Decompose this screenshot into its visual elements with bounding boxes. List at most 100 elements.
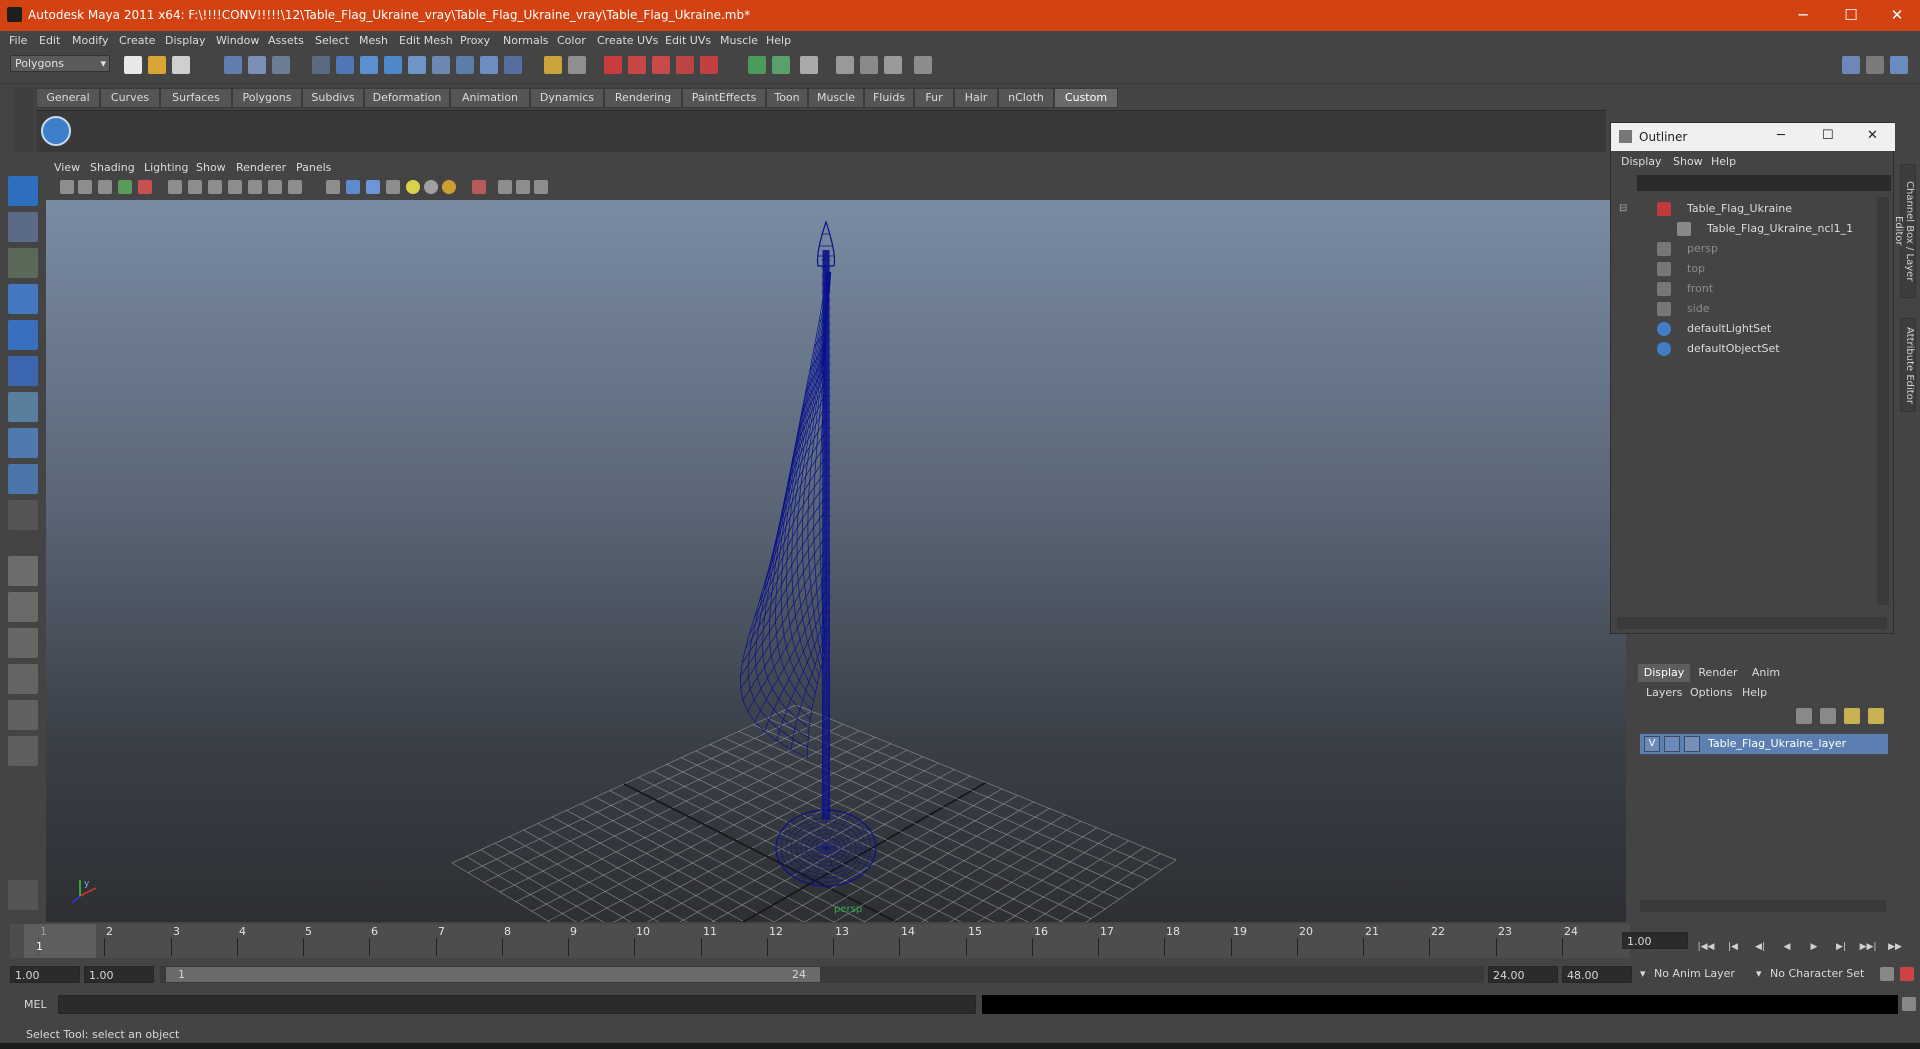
grid-icon[interactable] [168,180,182,194]
play-forwards-button[interactable]: ▶ [1804,938,1824,956]
current-time-marker[interactable] [24,924,96,958]
layer-horizontal-scrollbar[interactable] [1640,900,1886,912]
menu-mesh[interactable]: Mesh [359,34,388,47]
move-tool-icon[interactable] [8,284,38,314]
layer-tab-display[interactable]: Display [1638,664,1690,682]
shelf-tab-subdivs[interactable]: Subdivs [302,88,364,108]
scale-tool-icon[interactable] [8,356,38,386]
outliner-item[interactable]: top [1611,259,1869,279]
animation-preferences-icon[interactable] [1900,967,1914,981]
last-tool-icon[interactable] [8,500,38,530]
ipr-render-icon[interactable] [860,56,878,74]
high-quality-icon[interactable] [442,180,456,194]
select-by-component-icon[interactable] [272,56,290,74]
select-rendering-icon[interactable] [456,56,474,74]
snap-to-point-icon[interactable] [652,56,670,74]
panel-menu-view[interactable]: View [54,161,80,174]
two-d-pan-zoom-icon[interactable] [138,180,152,194]
menu-help[interactable]: Help [766,34,791,47]
xray-icon[interactable] [498,180,512,194]
menu-set-selector[interactable]: Polygons ▾ [10,55,110,72]
help-question-icon[interactable] [504,56,522,74]
minimize-button[interactable]: ─ [1780,0,1826,31]
render-settings-icon[interactable] [884,56,902,74]
time-slider[interactable]: 123456789101112131415161718192021222324 … [10,924,1630,958]
shelf-tab-toon[interactable]: Toon [766,88,808,108]
layout-options-icon[interactable] [8,736,38,766]
shelf-tab-painteffects[interactable]: PaintEffects [682,88,766,108]
menu-muscle[interactable]: Muscle [720,34,758,47]
playback-end-field[interactable]: 24.00 [1488,966,1558,983]
show-channel-box-icon[interactable] [1890,56,1908,74]
outliner-minimize-button[interactable]: ─ [1777,128,1785,143]
safe-title-icon[interactable] [288,180,302,194]
lasso-tool-icon[interactable] [8,212,38,242]
panel-menu-panels[interactable]: Panels [296,161,331,174]
current-time-field[interactable]: 1.00 [1622,932,1688,949]
script-language-label[interactable]: MEL [24,998,47,1011]
gate-mask-icon[interactable] [228,180,242,194]
new-layer-selected-icon[interactable] [1868,708,1884,724]
outliner-menu-show[interactable]: Show [1673,155,1703,168]
highlight-selection-icon[interactable] [568,56,586,74]
show-manipulator-icon[interactable] [8,464,38,494]
outliner-item[interactable]: side [1611,299,1869,319]
menu-edit-uvs[interactable]: Edit UVs [665,34,711,47]
hypershade-icon[interactable] [914,56,932,74]
menu-normals[interactable]: Normals [503,34,549,47]
smooth-shade-all-icon[interactable] [346,180,360,194]
script-editor-icon[interactable] [1902,997,1916,1011]
step-back-frame-button[interactable]: ◀| [1750,938,1770,956]
layer-menu-help[interactable]: Help [1742,686,1767,699]
checkmark-shelf-button-icon[interactable] [41,116,71,146]
select-by-hierarchy-icon[interactable] [224,56,242,74]
layer-row[interactable]: V Table_Flag_Ukraine_layer [1640,734,1888,754]
move-layer-down-icon[interactable] [1820,708,1836,724]
attribute-editor-tab[interactable]: Attribute Editor [1900,318,1916,412]
safe-action-icon[interactable] [268,180,282,194]
snap-to-curve-icon[interactable] [628,56,646,74]
outliner-vertical-scrollbar[interactable] [1877,197,1889,605]
outliner-item[interactable]: defaultLightSet [1611,319,1869,339]
persp-graph-layout-icon[interactable] [8,664,38,694]
playback-start-field[interactable]: 1.00 [84,966,154,983]
shelf-tab-hair[interactable]: Hair [954,88,998,108]
layer-visibility-toggle[interactable]: V [1644,736,1660,752]
shelf-tab-surfaces[interactable]: Surfaces [160,88,232,108]
outliner-close-button[interactable]: ✕ [1867,128,1878,143]
menu-display[interactable]: Display [165,34,206,47]
step-back-key-button[interactable]: |◀ [1723,938,1743,956]
single-perspective-layout-icon[interactable] [8,556,38,586]
universal-manipulator-icon[interactable] [8,392,38,422]
image-plane-icon[interactable] [118,180,132,194]
textured-icon[interactable] [386,180,400,194]
menu-window[interactable]: Window [216,34,259,47]
four-view-layout-icon[interactable] [8,592,38,622]
film-gate-icon[interactable] [188,180,202,194]
shelf-tab-rendering[interactable]: Rendering [604,88,682,108]
snap-to-grid-icon[interactable] [604,56,622,74]
panel-menu-lighting[interactable]: Lighting [144,161,188,174]
snap-to-view-plane-icon[interactable] [676,56,694,74]
camera-attributes-icon[interactable] [78,180,92,194]
render-view-icon[interactable] [836,56,854,74]
menu-select[interactable]: Select [315,34,349,47]
play-backwards-button[interactable]: ◀ [1777,938,1797,956]
maximize-button[interactable]: ☐ [1828,0,1874,31]
shelf-tab-dynamics[interactable]: Dynamics [530,88,604,108]
shelf-tab-custom[interactable]: Custom [1054,88,1118,108]
paint-select-tool-icon[interactable] [8,248,38,278]
layer-color-swatch[interactable] [1684,736,1700,752]
animation-end-field[interactable]: 48.00 [1562,966,1632,983]
persp-outliner-layout-icon[interactable] [8,628,38,658]
layer-menu-layers[interactable]: Layers [1646,686,1682,699]
select-deformations-icon[interactable] [408,56,426,74]
new-empty-layer-icon[interactable] [1844,708,1860,724]
field-chart-icon[interactable] [248,180,262,194]
shelf-tab-fluids[interactable]: Fluids [864,88,914,108]
select-tool-icon[interactable] [8,176,38,206]
render-current-frame-icon[interactable] [800,56,818,74]
close-button[interactable]: ✕ [1874,0,1920,31]
select-surfaces-icon[interactable] [384,56,402,74]
move-layer-up-icon[interactable] [1796,708,1812,724]
